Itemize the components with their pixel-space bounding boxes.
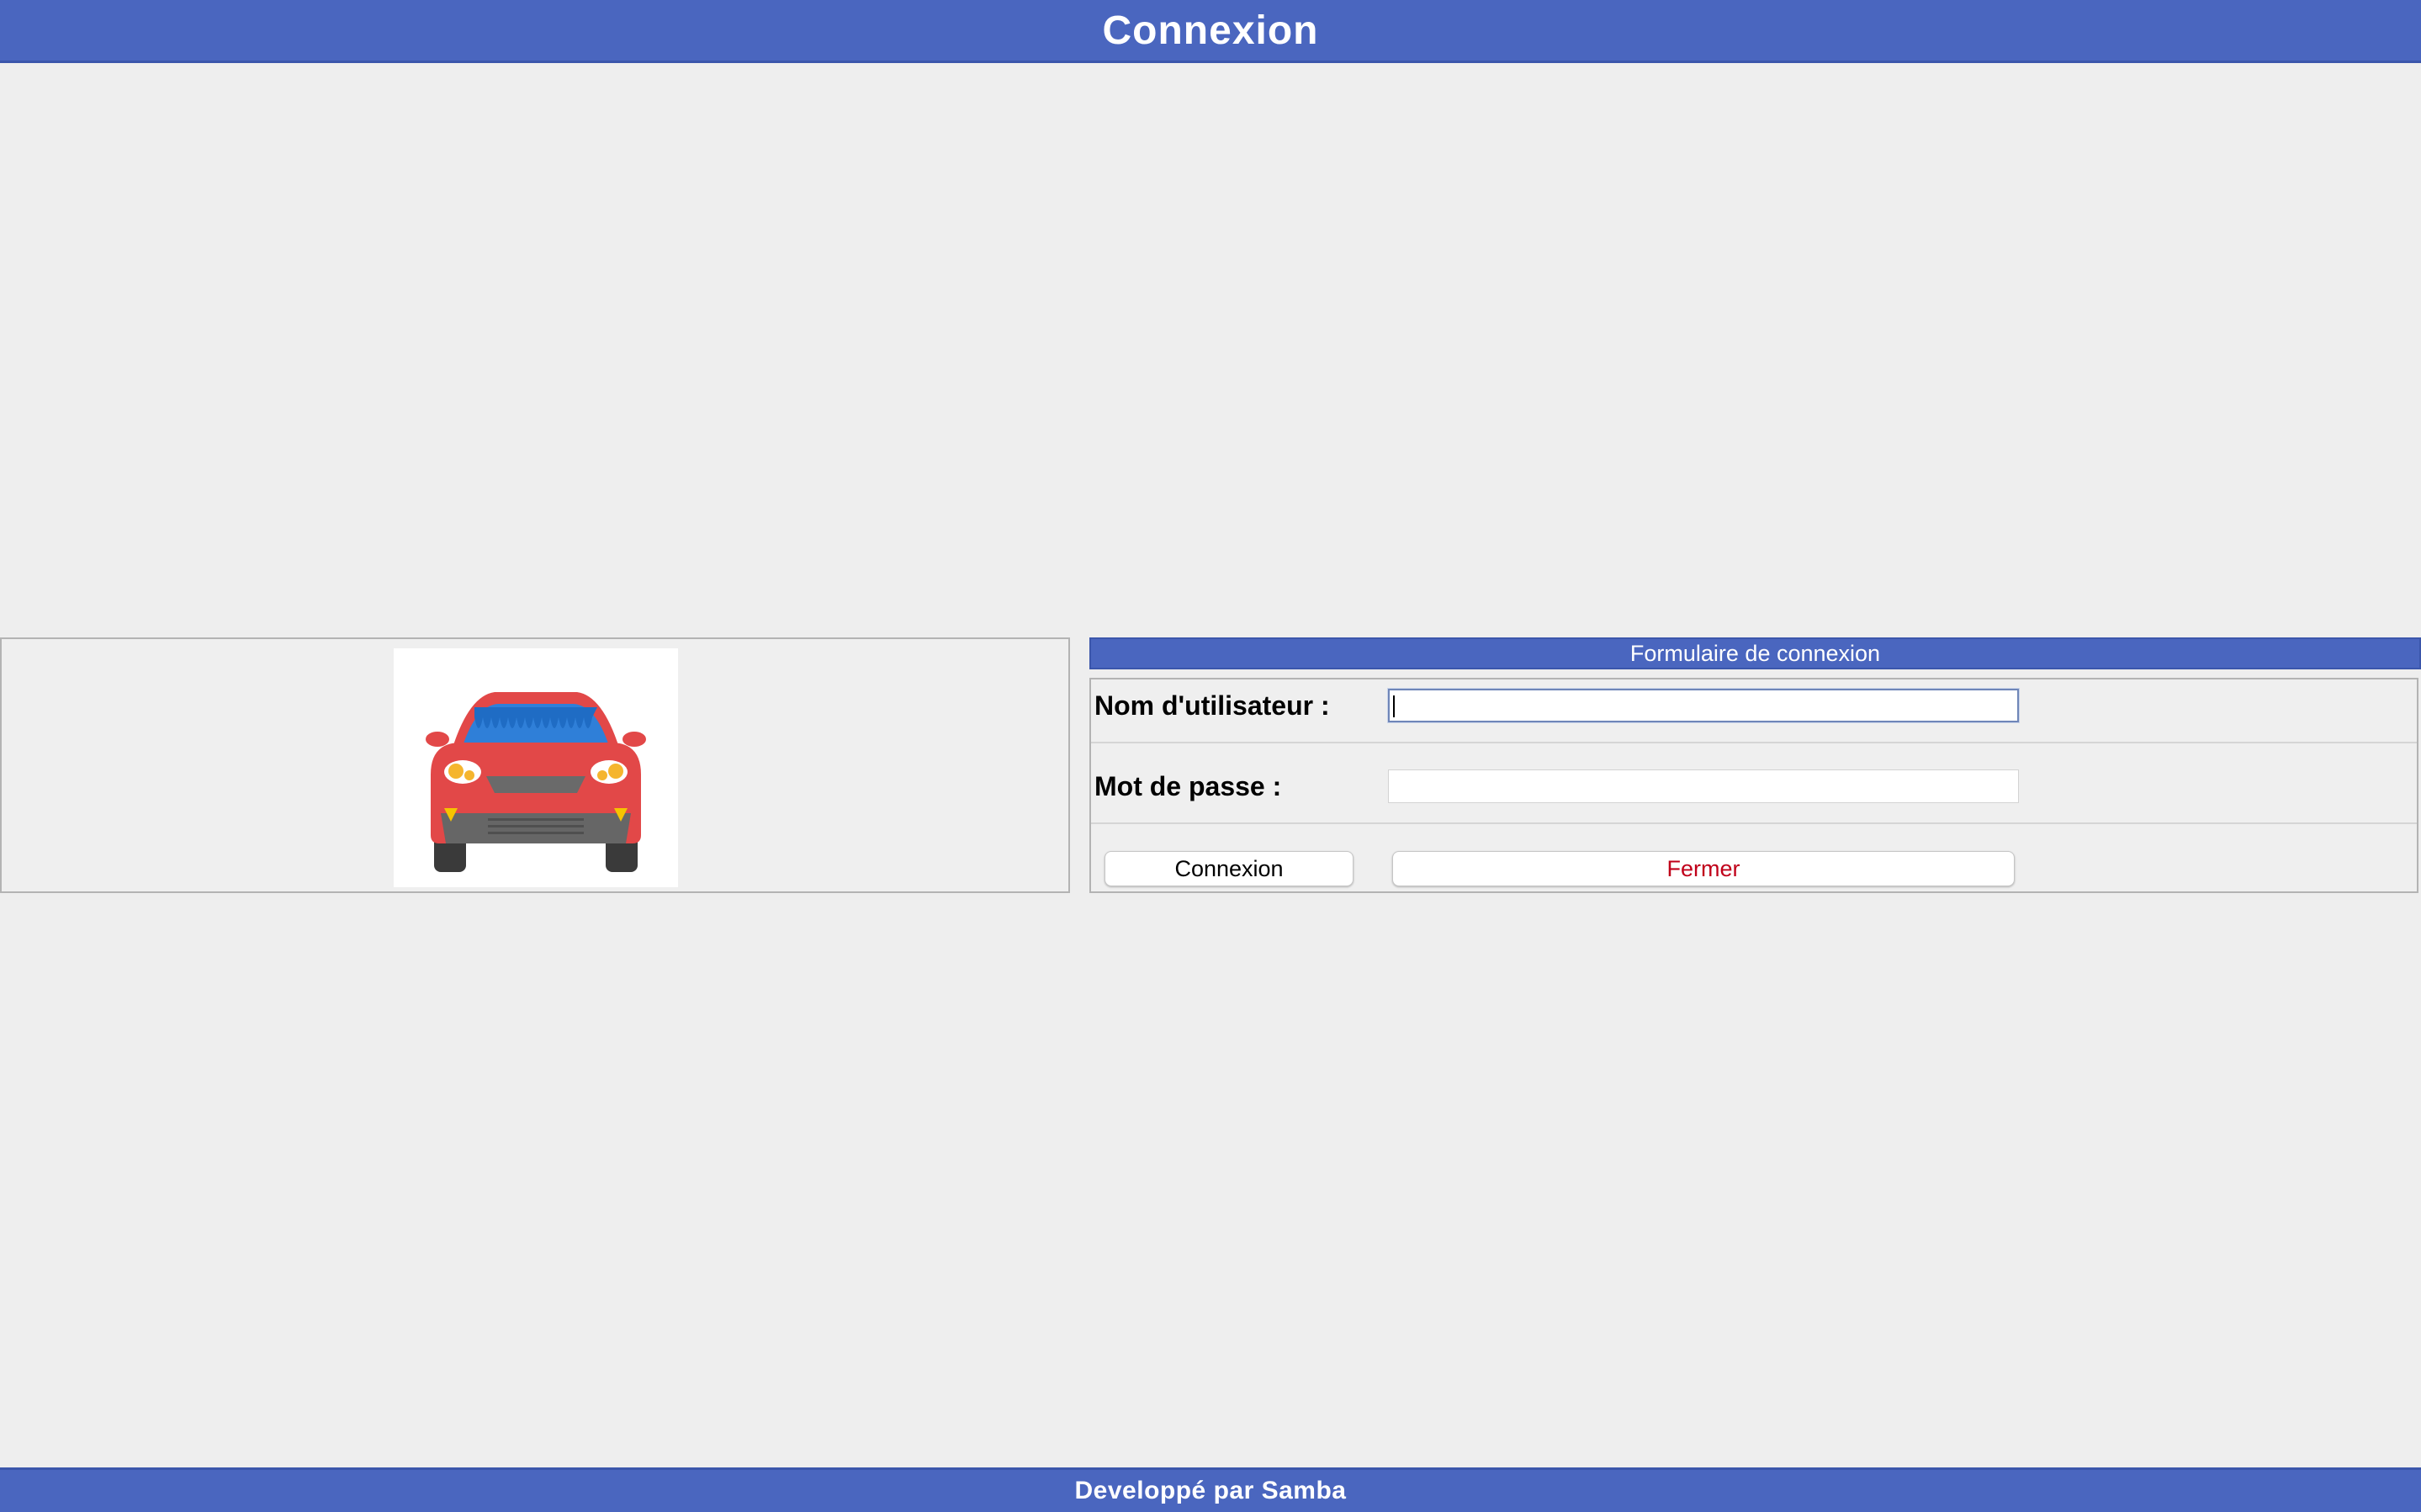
username-label: Nom d'utilisateur : bbox=[1094, 690, 1330, 721]
login-window: Connexion Formulaire de connexion Nom d'… bbox=[0, 0, 2421, 1512]
row-divider bbox=[1091, 742, 2417, 743]
form-title: Formulaire de connexion bbox=[1629, 640, 1881, 666]
close-button[interactable]: Fermer bbox=[1392, 851, 2015, 886]
footer-credit: Developpé par Samba bbox=[1074, 1477, 1347, 1504]
login-button[interactable]: Connexion bbox=[1105, 851, 1354, 886]
password-field[interactable] bbox=[1388, 769, 2019, 803]
page-title: Connexion bbox=[1102, 8, 1319, 53]
login-form: Nom d'utilisateur : Mot de passe : Conne… bbox=[1089, 678, 2418, 893]
footer: Developpé par Samba bbox=[0, 1467, 2421, 1512]
car-front-icon bbox=[394, 648, 678, 887]
form-header: Formulaire de connexion bbox=[1089, 637, 2421, 669]
title-bar: Connexion bbox=[0, 0, 2421, 63]
username-field[interactable] bbox=[1388, 689, 2019, 722]
image-panel bbox=[0, 637, 1070, 893]
row-divider bbox=[1091, 822, 2417, 824]
password-label: Mot de passe : bbox=[1094, 771, 1282, 801]
